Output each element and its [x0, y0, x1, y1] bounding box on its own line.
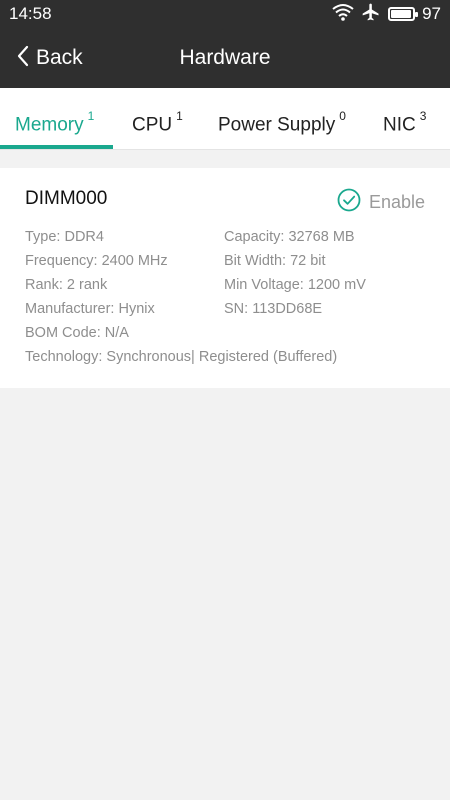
memory-sn: SN: 113DD68E	[224, 301, 323, 317]
memory-card[interactable]: DIMM000 Enable Type: DDR4 Capacity: 3276…	[0, 168, 450, 388]
airplane-mode-icon	[361, 2, 381, 27]
memory-technology: Technology: Synchronous| Registered (Buf…	[25, 349, 338, 365]
tab-label: NIC	[383, 114, 416, 136]
status-time: 14:58	[9, 4, 52, 23]
tab-label: Memory	[15, 114, 84, 136]
tab-count: 0	[339, 109, 346, 123]
battery-fill	[391, 10, 412, 18]
check-circle-icon	[337, 188, 361, 217]
app-bar: Back Hardware	[0, 28, 450, 88]
tab-count: 1	[87, 109, 95, 123]
back-label: Back	[36, 46, 83, 69]
dimm-name: DIMM000	[25, 188, 108, 209]
memory-manufacturer: Manufacturer: Hynix	[25, 301, 155, 317]
memory-min-voltage: Min Voltage: 1200 mV	[224, 277, 366, 293]
wifi-icon	[332, 3, 354, 26]
memory-rank: Rank: 2 rank	[25, 277, 108, 293]
back-button[interactable]: Back	[16, 28, 83, 88]
tab-label: Power Supply	[218, 114, 336, 136]
memory-type: Type: DDR4	[25, 229, 104, 245]
tab-cpu[interactable]: CPU 1	[132, 88, 183, 150]
memory-capacity: Capacity: 32768 MB	[224, 229, 355, 245]
tab-label: CPU	[132, 114, 173, 136]
tab-count: 3	[419, 109, 427, 123]
tab-bar: Memory 1 CPU 1 Power Supply 0 NIC 3	[0, 88, 450, 150]
tab-memory[interactable]: Memory 1	[15, 88, 94, 150]
battery-percent: 97	[422, 4, 441, 23]
tab-count: 1	[176, 109, 183, 123]
battery-icon	[388, 7, 419, 21]
status-label: Enable	[368, 192, 425, 212]
status-icons: 97	[325, 3, 441, 25]
memory-frequency: Frequency: 2400 MHz	[25, 253, 168, 269]
status-bar: 14:58 97	[0, 0, 450, 28]
tab-nic[interactable]: NIC 3	[383, 88, 426, 150]
chevron-left-icon	[16, 45, 30, 72]
status-badge: Enable	[337, 188, 425, 217]
memory-bit-width: Bit Width: 72 bit	[224, 253, 326, 269]
memory-bom-code: BOM Code: N/A	[25, 325, 129, 341]
tab-power-supply[interactable]: Power Supply 0	[218, 88, 346, 150]
active-tab-indicator	[0, 145, 113, 149]
